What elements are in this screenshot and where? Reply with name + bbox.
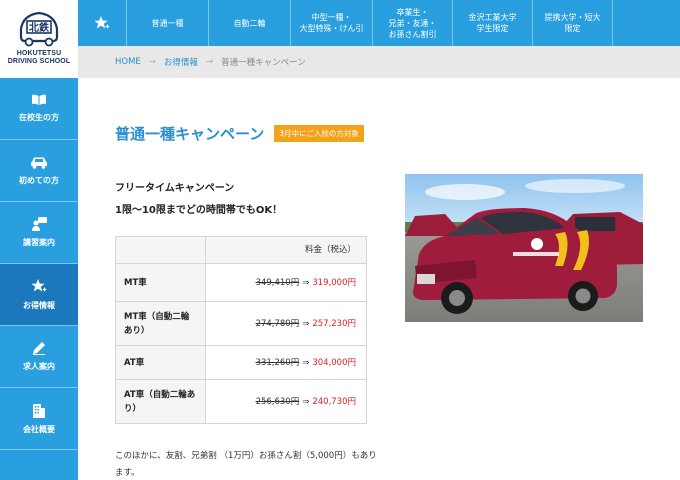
sidebar-item-jobs[interactable]: 求人案内 [0,326,78,388]
sale-price: 319,000円 [312,277,356,288]
price-arrow: ⇒ [302,318,310,329]
page-title: 普通一種キャンペーン [115,125,265,143]
nav-label: 金沢工業大学 学生限定 [468,13,517,33]
nav-futsu-isshu[interactable]: 普通一種 [126,0,208,46]
original-price: 349,410円 [255,277,300,288]
price-arrow: ⇒ [302,357,310,368]
row-vehicle-name: AT車（自動二輪あり） [115,379,206,424]
sidebar-item-company[interactable]: 会社概要 [0,388,78,450]
breadcrumb: HOME → お得情報 → 普通一種キャンペーン [78,46,680,78]
campaign-lead: フリータイムキャンペーン 1限～10限までどの時間帯でもOK！ [115,178,282,222]
row-vehicle-name: MT車（自動二輪あり） [115,301,206,346]
sidebar-item-courses[interactable]: 講習案内 [0,202,78,264]
nav-discount[interactable]: 卒業生・ 兄弟・友達・ お孫さん割引 [372,0,452,46]
row-price: 349,410円 ⇒ 319,000円 [205,263,367,302]
nav-kit-students[interactable]: 金沢工業大学 学生限定 [452,0,532,46]
sidebar-item-first-time[interactable]: 初めての方 [0,140,78,202]
row-vehicle-name: MT車 [115,263,206,302]
original-price: 331,260円 [255,357,300,368]
campaign-badge: 3月中にご入校の方対象 [274,125,364,142]
speech-person-icon [32,217,47,231]
sale-price: 240,730円 [312,396,356,407]
row-price: 274,780円 ⇒ 257,230円 [205,301,367,346]
nav-chugata[interactable]: 中型一種・ 大型特殊・けん引 [290,0,372,46]
logo-text: HOKUTETSU DRIVING SCHOOL [8,50,70,66]
row-price: 256,630円 ⇒ 240,730円 [205,379,367,424]
nav-deals-star[interactable] [78,0,126,46]
sidebar-item-label: 講習案内 [23,238,55,247]
breadcrumb-home[interactable]: HOME [115,57,141,67]
sidebar-item-label: 初めての方 [19,175,59,185]
table-row: MT車（自動二輪あり） 274,780円 ⇒ 257,230円 [115,301,367,346]
logo-line-1: HOKUTETSU [16,50,62,57]
breadcrumb-separator: → [205,57,214,67]
sidebar: 在校生の方 初めての方 講習案内 お得情報 求人案内 会社概要 [0,78,78,480]
sidebar-item-label: 在校生の方 [19,113,59,122]
logo-car-icon: 北鉄 [19,11,59,47]
sale-price: 304,000円 [312,357,356,368]
star-icon [31,279,47,292]
building-icon [33,403,45,418]
star-sparkle-icon [94,16,110,29]
title-row: 普通一種キャンペーン 3月中にご入校の方対象 [115,123,364,144]
original-price: 274,780円 [255,318,300,329]
table-header-row: 料金（税込） [115,236,367,264]
price-column-header: 料金（税込） [205,236,367,264]
sidebar-item-current-students[interactable]: 在校生の方 [0,78,78,140]
campaign-car-photo [405,174,643,322]
sale-price: 257,230円 [312,318,356,329]
school-logo[interactable]: 北鉄 HOKUTETSU DRIVING SCHOOL [0,0,78,78]
nav-label: 普通一種 [151,18,184,28]
svg-text:北鉄: 北鉄 [29,21,49,34]
breadcrumb-deals[interactable]: お得情報 [164,56,198,68]
row-vehicle-name: AT車 [115,345,206,380]
nav-label: 自動二輪 [233,18,266,28]
sidebar-item-label: お得情報 [23,301,55,310]
price-arrow: ⇒ [302,396,310,407]
original-price: 256,630円 [255,396,300,407]
table-row: AT車（自動二輪あり） 256,630円 ⇒ 240,730円 [115,379,367,424]
breadcrumb-separator: → [148,57,156,67]
book-icon [32,94,46,105]
sidebar-item-label: 求人案内 [23,362,55,371]
sidebar-item-label: 会社概要 [23,424,55,434]
table-row: AT車 331,260円 ⇒ 304,000円 [115,345,367,380]
pen-icon [33,342,45,355]
nav-partner-university[interactable]: 提携大学・短大 限定 [532,0,612,46]
sidebar-item-deals[interactable]: お得情報 [0,264,78,326]
discount-note: このほかに、友割、兄弟割 （1万円）お孫さん割（5,000円）もあります。 [115,451,377,478]
nav-label: 卒業生・ 兄弟・友達・ お孫さん割引 [388,7,437,39]
row-price: 331,260円 ⇒ 304,000円 [205,345,367,380]
lead-line-1: フリータイムキャンペーン [115,183,235,194]
lead-line-2: 1限～10限までどの時間帯でもOK！ [115,205,283,216]
logo-line-2: DRIVING SCHOOL [7,58,71,65]
table-row: MT車 349,410円 ⇒ 319,000円 [115,263,367,302]
nav-spacer [612,0,680,46]
breadcrumb-current: 普通一種キャンペーン [221,58,306,68]
table-corner-cell [115,236,206,264]
top-navigation: 普通一種 自動二輪 中型一種・ 大型特殊・けん引 卒業生・ 兄弟・友達・ お孫さ… [78,0,680,46]
main-content: 普通一種キャンペーン 3月中にご入校の方対象 フリータイムキャンペーン 1限～1… [78,78,680,480]
price-arrow: ⇒ [302,277,310,288]
nav-jido-nirin[interactable]: 自動二輪 [208,0,290,46]
price-table: 料金（税込） MT車 349,410円 ⇒ 319,000円 MT車（自動二輪あり）… [115,236,367,424]
car-icon [31,157,47,169]
nav-label: 提携大学・短大 限定 [544,13,601,33]
nav-label: 中型一種・ 大型特殊・けん引 [299,13,364,33]
